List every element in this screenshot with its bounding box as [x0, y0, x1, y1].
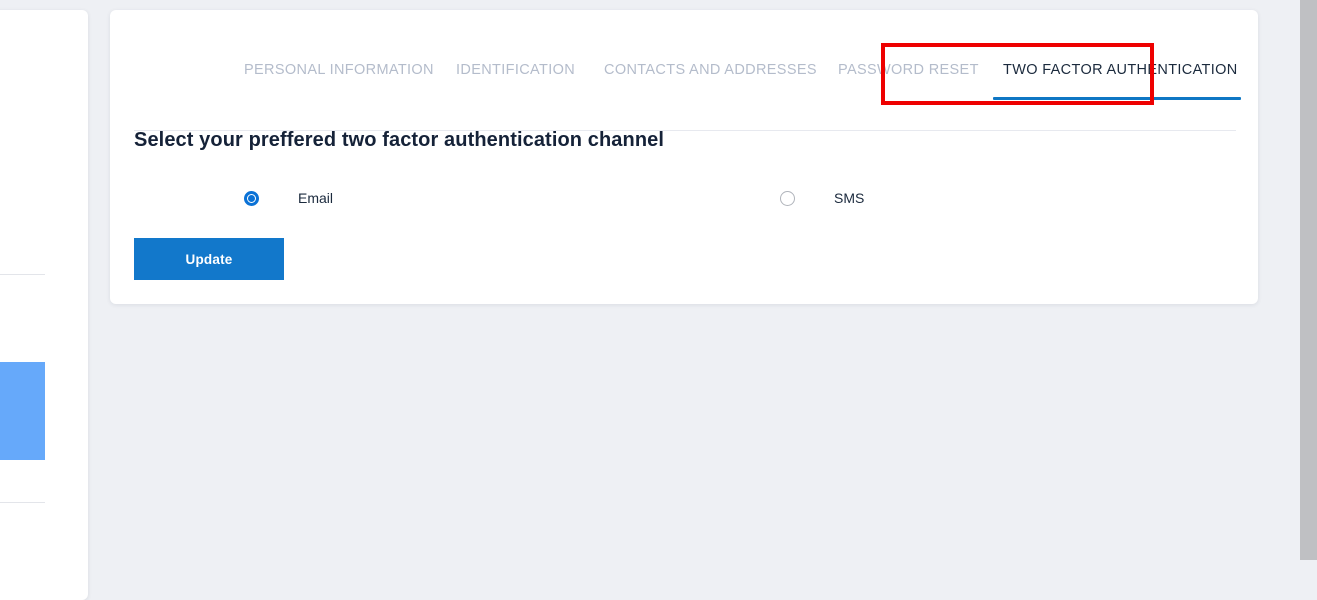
- update-button[interactable]: Update: [134, 238, 284, 280]
- tab-password-reset[interactable]: PASSWORD RESET: [838, 42, 979, 98]
- radio-button-email[interactable]: [244, 190, 259, 206]
- sidebar-image-tile[interactable]: [0, 362, 45, 460]
- sidebar-divider: [0, 502, 45, 503]
- radio-option-sms[interactable]: SMS: [780, 183, 864, 213]
- tab-contacts-and-addresses[interactable]: CONTACTS AND ADDRESSES: [604, 42, 817, 98]
- page-scrollbar-track[interactable]: [1300, 0, 1317, 560]
- settings-tab-bar: PERSONAL INFORMATION IDENTIFICATION CONT…: [110, 42, 1241, 131]
- sidebar-divider: [0, 274, 45, 275]
- tab-identification[interactable]: IDENTIFICATION: [456, 42, 575, 98]
- radio-label-email: Email: [298, 190, 334, 206]
- profile-settings-card: PERSONAL INFORMATION IDENTIFICATION CONT…: [110, 10, 1258, 304]
- radio-option-email[interactable]: Email: [244, 183, 333, 213]
- page-scrollbar-thumb[interactable]: [1300, 0, 1317, 560]
- tab-personal-information[interactable]: PERSONAL INFORMATION: [244, 42, 434, 98]
- left-navigation-panel: [0, 10, 88, 600]
- radio-button-sms[interactable]: [780, 190, 795, 206]
- active-tab-underline: [993, 97, 1241, 100]
- tab-two-factor-authentication[interactable]: TWO FACTOR AUTHENTICATION: [1003, 42, 1238, 98]
- app-viewport: PERSONAL INFORMATION IDENTIFICATION CONT…: [0, 0, 1317, 600]
- radio-label-sms: SMS: [834, 190, 865, 206]
- page-title: Select your preffered two factor authent…: [134, 128, 665, 151]
- two-factor-channel-group: Email SMS: [110, 183, 1210, 223]
